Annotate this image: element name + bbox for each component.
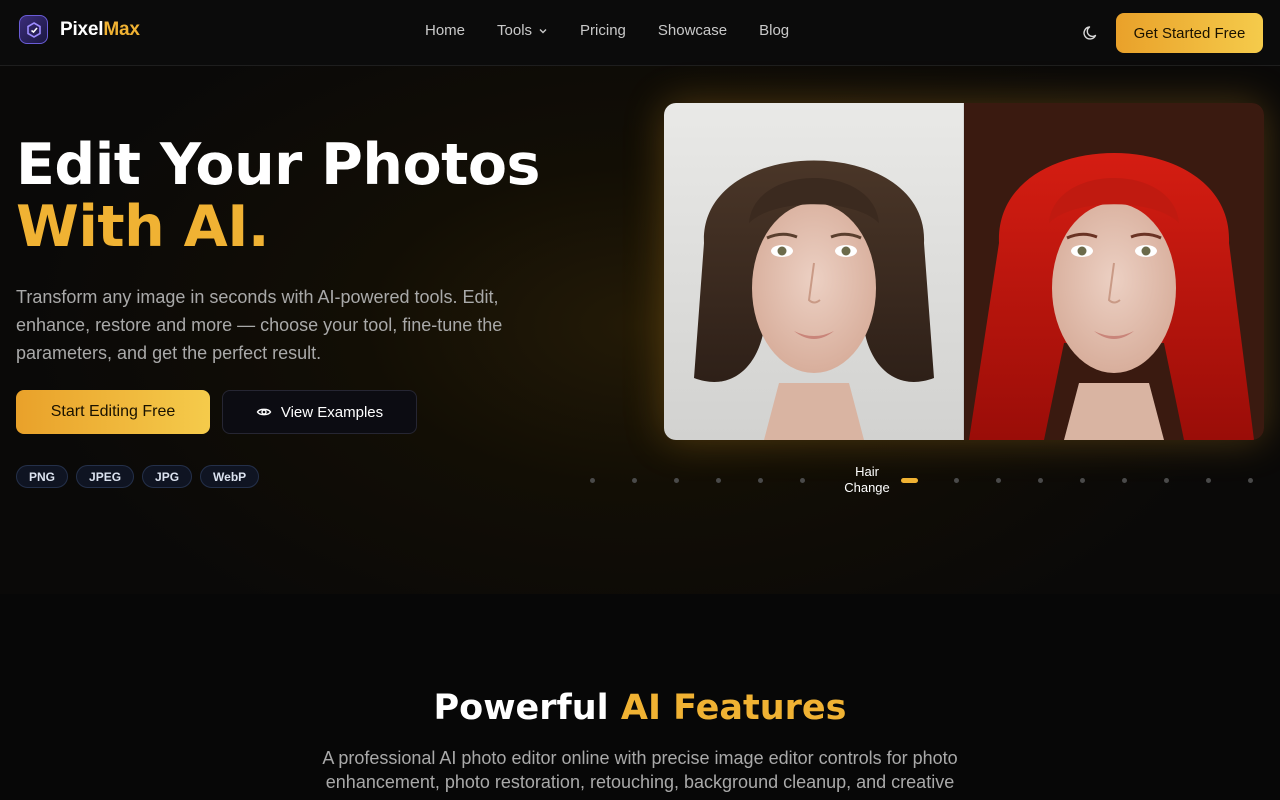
format-badge: JPEG bbox=[76, 465, 135, 488]
nav-blog[interactable]: Blog bbox=[759, 22, 789, 39]
chevron-down-icon bbox=[539, 28, 547, 33]
moon-icon bbox=[1083, 26, 1097, 40]
features-subtitle: A professional AI photo editor online wi… bbox=[322, 748, 958, 792]
carousel-dot[interactable] bbox=[716, 478, 721, 483]
nav-tools-label: Tools bbox=[497, 22, 533, 39]
top-navigation-bar: PixelMax Home Tools Pricing Showcase Blo… bbox=[0, 0, 1280, 66]
brand-name-part1: Pixel bbox=[60, 18, 104, 40]
hero-title-line1: Edit Your Photos bbox=[16, 132, 540, 198]
view-examples-button[interactable]: View Examples bbox=[222, 390, 417, 434]
carousel-dot[interactable] bbox=[1122, 478, 1127, 483]
format-badge: PNG bbox=[16, 465, 69, 488]
supported-formats: PNG JPEG JPG WebP bbox=[16, 465, 267, 488]
features-title-part1: Powerful bbox=[433, 688, 621, 728]
carousel-dot[interactable] bbox=[674, 478, 679, 483]
carousel-active-label: Hair Change bbox=[832, 464, 902, 496]
logo[interactable]: PixelMax bbox=[19, 15, 140, 44]
brand-name: PixelMax bbox=[60, 19, 140, 41]
before-photo bbox=[664, 103, 964, 440]
nav-pricing[interactable]: Pricing bbox=[580, 22, 626, 39]
carousel-dot[interactable] bbox=[1080, 478, 1085, 483]
nav-tools-dropdown[interactable]: Tools bbox=[497, 22, 548, 39]
format-badge: JPG bbox=[142, 465, 193, 488]
hero-title: Edit Your Photos With AI. bbox=[16, 134, 540, 258]
features-title-part2: AI Features bbox=[620, 688, 847, 728]
carousel-label-line2: Change bbox=[844, 480, 890, 495]
carousel-dot[interactable] bbox=[758, 478, 763, 483]
get-started-button[interactable]: Get Started Free bbox=[1116, 13, 1263, 53]
brand-name-part2: Max bbox=[103, 18, 140, 40]
carousel-dot[interactable] bbox=[1164, 478, 1169, 483]
main-nav: Home Tools Pricing Showcase Blog bbox=[425, 22, 821, 39]
eye-icon bbox=[256, 408, 272, 416]
carousel-dot[interactable] bbox=[954, 478, 959, 483]
carousel-dot[interactable] bbox=[1038, 478, 1043, 483]
nav-home[interactable]: Home bbox=[425, 22, 465, 39]
hero-subtitle: Transform any image in seconds with AI-p… bbox=[16, 287, 503, 363]
carousel-dot[interactable] bbox=[1206, 478, 1211, 483]
after-photo bbox=[964, 103, 1264, 440]
carousel-dot[interactable] bbox=[632, 478, 637, 483]
view-examples-label: View Examples bbox=[280, 403, 384, 421]
logo-icon bbox=[19, 15, 48, 44]
theme-toggle-button[interactable] bbox=[1080, 22, 1102, 44]
hero-title-line2: With AI. bbox=[16, 194, 270, 260]
carousel-dot[interactable] bbox=[996, 478, 1001, 483]
features-title: Powerful AI Features bbox=[0, 688, 1280, 728]
carousel-dot[interactable] bbox=[1248, 478, 1253, 483]
format-badge: WebP bbox=[200, 465, 260, 488]
carousel-dot[interactable] bbox=[800, 478, 805, 483]
before-after-image[interactable] bbox=[664, 103, 1264, 440]
nav-showcase[interactable]: Showcase bbox=[658, 22, 727, 39]
carousel-dot[interactable] bbox=[590, 478, 595, 483]
carousel-label-line1: Hair bbox=[855, 464, 879, 479]
carousel-dot-active[interactable] bbox=[901, 478, 918, 483]
start-editing-button[interactable]: Start Editing Free bbox=[16, 390, 210, 434]
